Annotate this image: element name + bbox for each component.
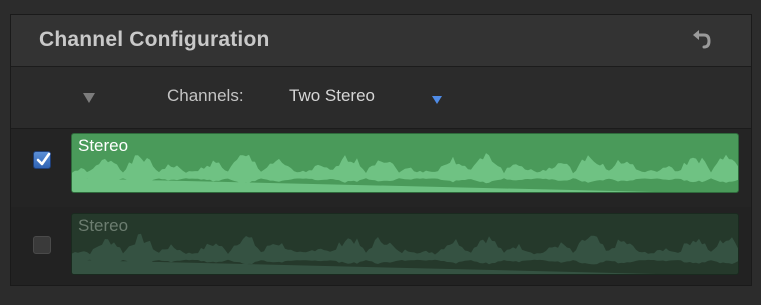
chevron-down-icon bbox=[432, 96, 442, 104]
audio-waveform[interactable]: Stereo bbox=[71, 213, 739, 275]
undo-arrow-icon bbox=[693, 30, 711, 49]
channel-label: Stereo bbox=[78, 136, 129, 155]
disclosure-triangle[interactable] bbox=[81, 91, 97, 105]
panel-title: Channel Configuration bbox=[39, 28, 270, 51]
channel-enable-checkbox[interactable] bbox=[33, 151, 51, 169]
waveform-graphic bbox=[72, 153, 738, 192]
channel-row: Stereo bbox=[11, 207, 751, 285]
waveform-shape bbox=[72, 153, 738, 192]
waveform-graphic bbox=[72, 233, 738, 274]
channel-enable-checkbox[interactable] bbox=[33, 236, 51, 254]
channel-row: Stereo bbox=[11, 129, 751, 207]
reset-button[interactable] bbox=[689, 29, 715, 53]
panel-header: Channel Configuration bbox=[11, 15, 751, 67]
channels-popup[interactable]: Two Stereo bbox=[289, 86, 375, 106]
triangle-down-icon bbox=[83, 93, 95, 103]
waveform-shape bbox=[72, 233, 738, 274]
channels-label: Channels: bbox=[167, 86, 244, 105]
audio-waveform[interactable]: Stereo bbox=[71, 133, 739, 193]
channels-config-row: Channels: Two Stereo bbox=[11, 67, 751, 129]
channel-label: Stereo bbox=[78, 216, 129, 235]
checkmark-icon bbox=[36, 152, 51, 166]
channel-configuration-panel: Channel Configuration Channels: Two Ster… bbox=[10, 14, 752, 286]
channels-popup-button[interactable] bbox=[431, 92, 443, 104]
